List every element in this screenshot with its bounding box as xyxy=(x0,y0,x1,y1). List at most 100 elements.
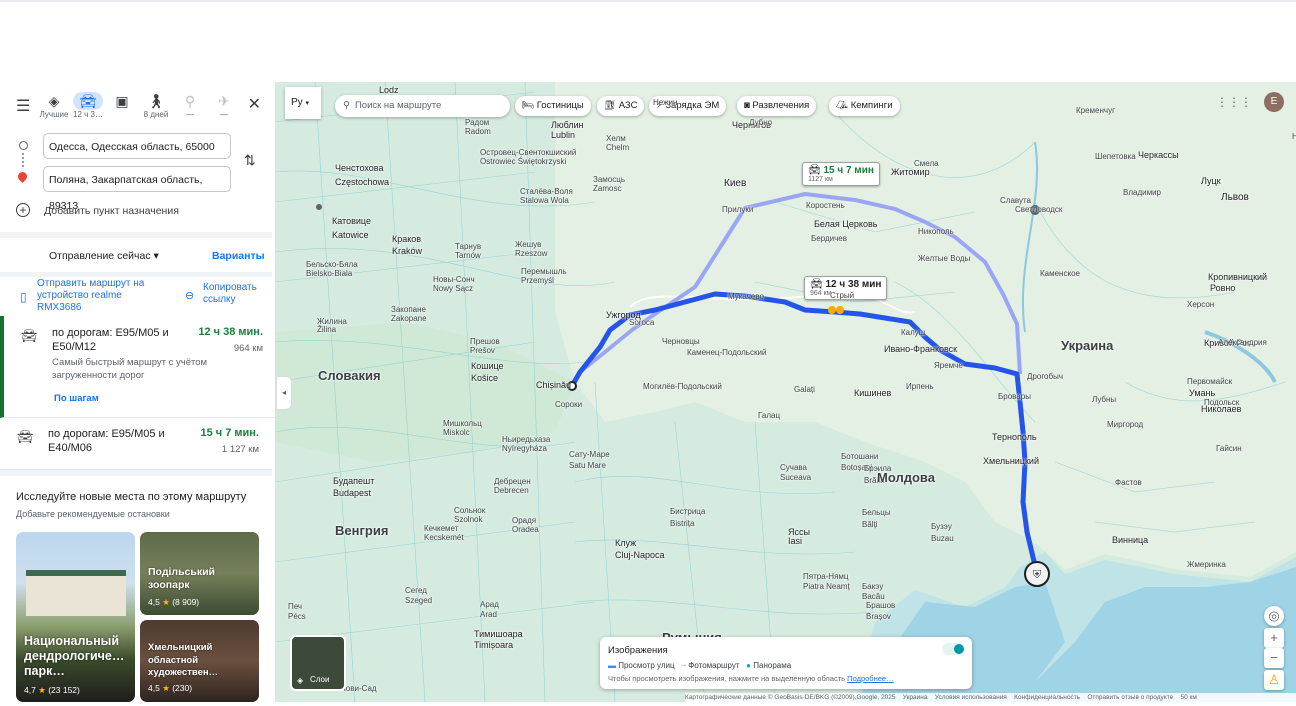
place-card-dendro-park[interactable]: Национальный дендрологиче… парк… 4,7 ★ (… xyxy=(16,532,135,702)
city-label: Мишкольц xyxy=(443,419,482,428)
country-label: Венгрия xyxy=(335,523,389,538)
city-label: Коростень xyxy=(806,201,845,210)
mode-walk[interactable]: 🚶︎ 8 дней xyxy=(138,92,174,119)
swap-icon[interactable]: ⇅ xyxy=(244,152,256,169)
transit-icon: ▣ xyxy=(115,93,129,109)
feedback-link[interactable]: Отправить отзыв о продукте xyxy=(1087,694,1173,701)
collapse-panel-button[interactable]: ◂ xyxy=(276,376,292,410)
city-label: Житомир xyxy=(891,167,930,177)
apps-grid-icon[interactable]: ⋮⋮⋮ xyxy=(1216,95,1252,109)
imagery-hint: Чтобы просмотреть изображения, нажмите н… xyxy=(608,674,894,683)
region-link[interactable]: Украина xyxy=(903,694,928,701)
language-dropdown[interactable]: Ру ▾ xyxy=(285,87,321,119)
terms-link[interactable]: Условия использования xyxy=(935,694,1007,701)
mode-car[interactable]: 🚘︎ 12 ч 3… xyxy=(70,92,106,119)
city-label: Częstochowa xyxy=(335,177,390,187)
options-button[interactable]: Варианты xyxy=(212,250,265,262)
flight-icon: ✈ xyxy=(218,93,230,109)
route-time: 12 ч 38 мин. xyxy=(198,326,263,338)
city-label: Галац xyxy=(758,411,781,420)
mode-bike-label: — xyxy=(186,110,194,119)
route-bubble-alt[interactable]: 🚘︎ 15 ч 7 мин 1127 км xyxy=(802,162,880,186)
rating-value: 4,7 xyxy=(24,685,36,695)
destination-input[interactable]: Поляна, Закарпатская область, 89313 xyxy=(43,166,231,212)
layers-label: Слои xyxy=(310,675,330,684)
city-label: Жмеринка xyxy=(1187,560,1226,569)
mode-flight[interactable]: ✈ — xyxy=(206,92,242,119)
map-canvas[interactable]: ⛨ Ру ▾ ⚲ Поиск на маршруте 🛏︎ Гостиницы ⛽… xyxy=(275,82,1296,702)
pegman-button[interactable]: ♙ xyxy=(1264,670,1284,690)
copy-link-button[interactable]: Копировать ссылку xyxy=(203,282,263,306)
city-label: Debrecen xyxy=(494,486,529,495)
walk-icon: 🚶︎ xyxy=(147,93,165,109)
mode-flight-label: — xyxy=(220,110,228,119)
imagery-toggle[interactable] xyxy=(942,643,964,655)
route-option-alt[interactable]: 🚘︎ по дорогам: E95/M05 и E40/M06 15 ч 7 … xyxy=(0,417,272,470)
plus-icon: + xyxy=(1270,630,1278,645)
bubble-time: 12 ч 38 мин xyxy=(825,279,882,290)
city-label: Galați xyxy=(794,385,815,394)
city-label: Луцк xyxy=(1201,176,1221,186)
city-label: Первомайск xyxy=(1187,377,1233,386)
my-location-button[interactable]: ◎ xyxy=(1264,606,1284,626)
more-link[interactable]: Подробнее… xyxy=(847,674,893,683)
car-icon: 🚘︎ xyxy=(73,92,103,110)
close-icon[interactable]: ✕ xyxy=(248,94,261,114)
route-steps-link[interactable]: По шагам xyxy=(54,393,99,404)
send-to-device-link[interactable]: Отправить маршрут на устройство realme R… xyxy=(37,278,167,314)
menu-icon[interactable]: ☰ xyxy=(16,96,30,116)
mode-transit[interactable]: ▣ xyxy=(104,92,140,110)
city-label: Херсон xyxy=(1187,300,1215,309)
city-label: Przemyśl xyxy=(521,276,554,285)
building-image xyxy=(26,570,126,616)
departure-dropdown[interactable]: Отправление сейчас ▾ xyxy=(49,250,159,262)
route-option-fastest[interactable]: 🚘︎ по дорогам: E95/M05 и E50/M12 12 ч 38… xyxy=(0,316,275,418)
city-label: Ньиредьхаза xyxy=(502,435,551,444)
mode-best[interactable]: ◈ Лучшие xyxy=(36,92,72,119)
chip-gas[interactable]: ⛽︎ АЗС xyxy=(597,96,645,116)
divider xyxy=(0,470,272,476)
city-label: Бистрица xyxy=(670,507,706,516)
search-placeholder: Поиск на маршруте xyxy=(354,100,442,111)
city-label: Орадя xyxy=(512,516,537,525)
city-label: Гайсин xyxy=(1216,444,1242,453)
explore-title: Исследуйте новые места по этому маршруту xyxy=(16,491,247,503)
panorama-dot-icon: ● xyxy=(746,661,752,670)
chip-label: Кемпинги xyxy=(850,100,893,111)
place-card-zoo[interactable]: Подільський зоопарк 4,5 ★ (8 909) xyxy=(140,532,259,615)
city-label: Арад xyxy=(480,600,499,609)
chip-camping[interactable]: ⛺︎ Кемпинги xyxy=(829,96,900,116)
add-destination-button[interactable]: + Добавить пункт назначения xyxy=(16,203,179,217)
city-label: Bălți xyxy=(862,520,878,529)
place-card-art-museum[interactable]: Хмельницкий областной художествен… 4,5 ★… xyxy=(140,620,259,702)
send-row: ▯ Отправить маршрут на устройство realme… xyxy=(0,278,272,314)
chip-entertainment[interactable]: ◙ Развлечения xyxy=(737,96,817,116)
chip-label: АЗС xyxy=(618,100,638,111)
chip-hotels[interactable]: 🛏︎ Гостиницы xyxy=(515,96,591,116)
origin-input[interactable]: Одесса, Одесская область, 65000 xyxy=(43,133,231,159)
reviews-count: (8 909) xyxy=(172,597,200,607)
zoom-out-button[interactable]: − xyxy=(1264,648,1284,668)
route-search-input[interactable]: ⚲ Поиск на маршруте xyxy=(335,95,510,117)
city-label: Kecskemét xyxy=(424,533,464,542)
chevron-left-icon: ◂ xyxy=(281,388,286,397)
place-name: Хмельницкий областной художествен… xyxy=(148,642,219,678)
layers-button[interactable]: ◈ Слои xyxy=(290,635,346,691)
zoom-in-button[interactable]: + xyxy=(1264,628,1284,648)
star-icon: ★ xyxy=(162,683,170,693)
city-label: Сучава xyxy=(780,463,808,472)
city-label: Люблин xyxy=(551,120,584,130)
privacy-link[interactable]: Конфиденциальность xyxy=(1014,694,1080,701)
reviews-count: (23 152) xyxy=(48,685,80,695)
legend-panorama: Панорама xyxy=(753,661,792,670)
avatar[interactable]: E xyxy=(1264,92,1284,112)
star-icon: ★ xyxy=(162,597,170,607)
city-label: Piatra Neamț xyxy=(803,582,850,591)
city-label: Никополь xyxy=(918,227,954,236)
plus-icon: + xyxy=(16,203,30,217)
mode-bike[interactable]: ⚲ — xyxy=(172,92,208,119)
city-label: Buzau xyxy=(931,534,954,543)
city-label: Katowice xyxy=(332,230,369,240)
mode-car-label: 12 ч 3… xyxy=(73,110,103,119)
city-label: Бузэу xyxy=(931,522,952,531)
